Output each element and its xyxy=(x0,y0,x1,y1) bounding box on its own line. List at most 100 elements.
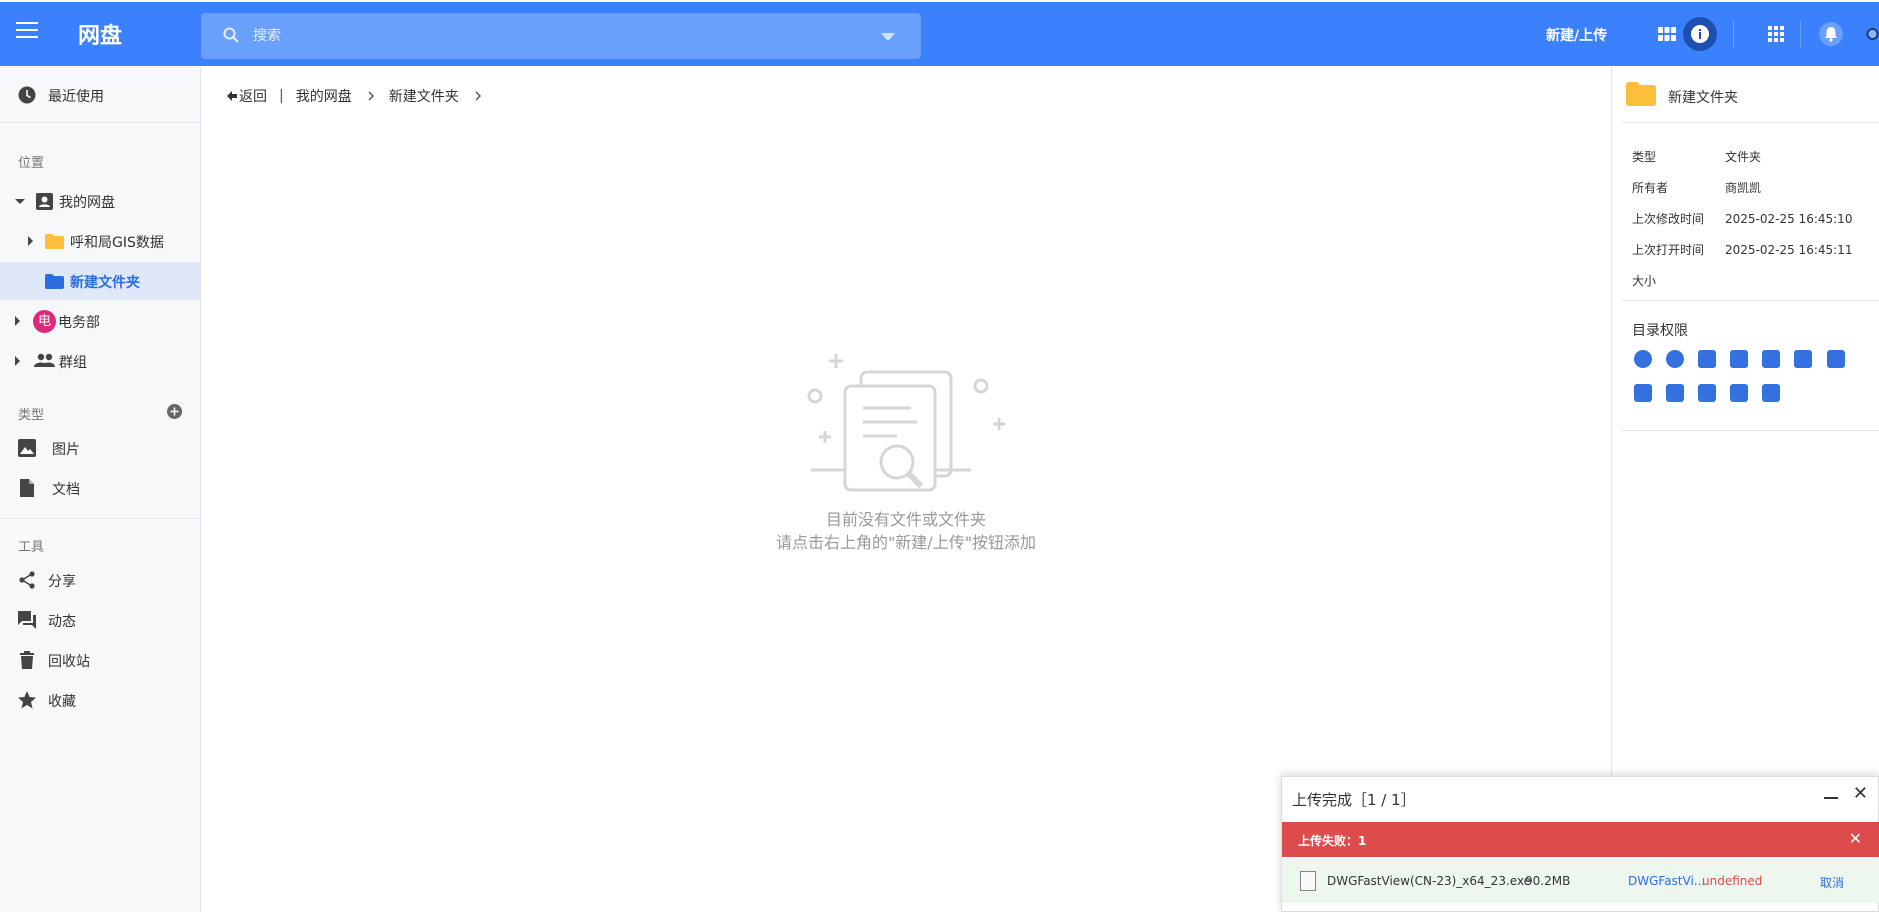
sidebar-item-groups[interactable]: 群组 xyxy=(0,342,200,380)
upload-cancel-button[interactable]: 取消 xyxy=(1820,874,1844,891)
upload-fail-bar: 上传失败：1 ✕ xyxy=(1282,822,1879,857)
apps-icon[interactable] xyxy=(1762,20,1790,48)
expand-right-icon[interactable] xyxy=(15,316,20,326)
delete-sub-permission-icon[interactable] xyxy=(1730,350,1749,368)
upload-status-panel: 上传完成［1 / 1］ ✕ 上传失败：1 ✕ DWGFastView(CN-23… xyxy=(1281,776,1879,912)
upload-file-size: 90.2MB xyxy=(1525,874,1571,888)
details-divider xyxy=(1622,430,1879,431)
upload-permission-icon[interactable] xyxy=(1730,384,1749,402)
new-upload-button[interactable]: 新建/上传 xyxy=(1546,25,1607,45)
back-arrow-icon xyxy=(227,91,237,101)
upload-fail-text: 上传失败：1 xyxy=(1298,834,1367,848)
sidebar-item-recent[interactable]: 最近使用 xyxy=(0,76,200,114)
permissions-icons xyxy=(1634,350,1874,418)
empty-folder-illustration-icon xyxy=(807,354,1005,492)
sidebar-item-label: 我的网盘 xyxy=(59,195,115,211)
top-bar: 网盘 新建/上传 xyxy=(0,2,1879,66)
sidebar-item-label: 群组 xyxy=(59,355,87,371)
sidebar-item-label: 呼和局GIS数据 xyxy=(70,235,164,251)
user-avatar[interactable] xyxy=(1866,20,1879,48)
upload-title: 上传完成［1 / 1］ xyxy=(1292,791,1416,809)
close-icon[interactable]: ✕ xyxy=(1853,783,1868,804)
search-icon xyxy=(223,27,239,43)
edit-sub-permission-icon[interactable] xyxy=(1794,350,1813,368)
sidebar-item-images[interactable]: 图片 xyxy=(0,429,200,467)
upload-destination-link[interactable]: DWGFastVi... xyxy=(1628,874,1705,888)
expand-right-icon[interactable] xyxy=(28,236,33,246)
info-icon[interactable] xyxy=(1683,17,1717,51)
trash-icon xyxy=(20,651,34,669)
header-divider xyxy=(1800,20,1801,48)
chevron-right-icon xyxy=(475,91,481,101)
back-link[interactable]: 返回 xyxy=(239,86,267,106)
details-name: 新建文件夹 xyxy=(1668,90,1738,106)
empty-state-text: 目前没有文件或文件夹 请点击右上角的"新建/上传"按钮添加 xyxy=(671,508,1141,554)
group-icon xyxy=(34,353,55,367)
sidebar-item-folder-gis[interactable]: 呼和局GIS数据 xyxy=(0,222,200,260)
exe-file-icon xyxy=(1300,871,1316,891)
grid-view-icon[interactable] xyxy=(1653,20,1681,48)
details-row-opened: 上次打开时间 2025-02-25 16:45:11 xyxy=(1632,243,1853,257)
menu-icon[interactable] xyxy=(16,22,38,38)
expand-right-icon[interactable] xyxy=(15,356,20,366)
sidebar-item-label: 新建文件夹 xyxy=(70,275,140,291)
sidebar-item-label: 收藏 xyxy=(48,694,76,710)
sidebar-item-label: 分享 xyxy=(48,574,76,590)
document-icon xyxy=(20,479,34,497)
breadcrumb-current[interactable]: 新建文件夹 xyxy=(389,86,459,106)
details-divider xyxy=(1622,300,1879,301)
sidebar-item-recycle[interactable]: 回收站 xyxy=(0,641,200,679)
search-options-caret-icon[interactable] xyxy=(881,33,895,41)
user-drive-icon xyxy=(36,193,53,210)
details-row-size: 大小 xyxy=(1632,274,1657,288)
sidebar-item-dept[interactable]: 电 电务部 xyxy=(0,302,200,340)
notifications-bell-icon[interactable] xyxy=(1817,20,1845,48)
view-permission-icon[interactable] xyxy=(1634,350,1652,368)
sidebar-item-label: 文档 xyxy=(52,482,80,498)
share-icon xyxy=(19,571,35,589)
delete-permission-icon[interactable] xyxy=(1698,350,1717,368)
view-sub-permission-icon[interactable] xyxy=(1666,350,1685,368)
clock-icon xyxy=(18,86,36,104)
download-permission-icon[interactable] xyxy=(1826,350,1845,368)
sidebar: 最近使用 位置 我的网盘 呼和局GIS数据 新建文件夹 电 电务部 群组 类型 … xyxy=(0,66,201,912)
folder-icon xyxy=(45,274,64,289)
details-row-modified: 上次修改时间 2025-02-25 16:45:10 xyxy=(1632,212,1853,226)
folder-icon xyxy=(45,234,64,249)
add-type-icon[interactable] xyxy=(167,404,182,419)
sidebar-divider xyxy=(0,518,200,519)
details-row-type: 类型 文件夹 xyxy=(1632,150,1762,164)
details-row-owner: 所有者 商凯凯 xyxy=(1632,181,1762,195)
sidebar-item-my-drive[interactable]: 我的网盘 xyxy=(0,182,200,220)
edit-permission-icon[interactable] xyxy=(1762,350,1781,368)
folder-icon xyxy=(1626,82,1656,106)
upload-status-text: undefined xyxy=(1702,874,1763,888)
empty-state-line2: 请点击右上角的"新建/上传"按钮添加 xyxy=(775,533,1037,552)
download-sub-permission-icon[interactable] xyxy=(1634,384,1652,402)
breadcrumb-divider: | xyxy=(279,88,284,104)
dept-avatar: 电 xyxy=(33,310,56,333)
breadcrumb: 返回 | 我的网盘 新建文件夹 xyxy=(227,86,482,106)
sidebar-item-activity[interactable]: 动态 xyxy=(0,601,200,639)
dismiss-fail-icon[interactable]: ✕ xyxy=(1849,829,1862,848)
permissions-title: 目录权限 xyxy=(1632,323,1688,339)
folder-permission-icon[interactable] xyxy=(1762,384,1781,402)
copy-sub-permission-icon[interactable] xyxy=(1698,384,1717,402)
upload-file-name: DWGFastView(CN-23)_x64_23.exe xyxy=(1327,874,1532,888)
sidebar-item-label: 图片 xyxy=(52,442,80,458)
copy-permission-icon[interactable] xyxy=(1666,384,1685,402)
search-bar[interactable] xyxy=(201,13,921,59)
sidebar-item-folder-new[interactable]: 新建文件夹 xyxy=(0,262,200,300)
sidebar-item-favorites[interactable]: 收藏 xyxy=(0,681,200,719)
image-icon xyxy=(18,439,36,457)
minimize-icon[interactable] xyxy=(1824,797,1838,799)
breadcrumb-my-drive[interactable]: 我的网盘 xyxy=(296,86,352,106)
search-input[interactable] xyxy=(253,24,853,48)
chat-icon xyxy=(18,611,36,629)
sidebar-item-docs[interactable]: 文档 xyxy=(0,469,200,507)
expand-down-icon[interactable] xyxy=(15,199,25,204)
details-divider xyxy=(1622,122,1879,123)
sidebar-item-share[interactable]: 分享 xyxy=(0,561,200,599)
chevron-right-icon xyxy=(368,91,374,101)
section-title-location: 位置 xyxy=(18,156,45,171)
